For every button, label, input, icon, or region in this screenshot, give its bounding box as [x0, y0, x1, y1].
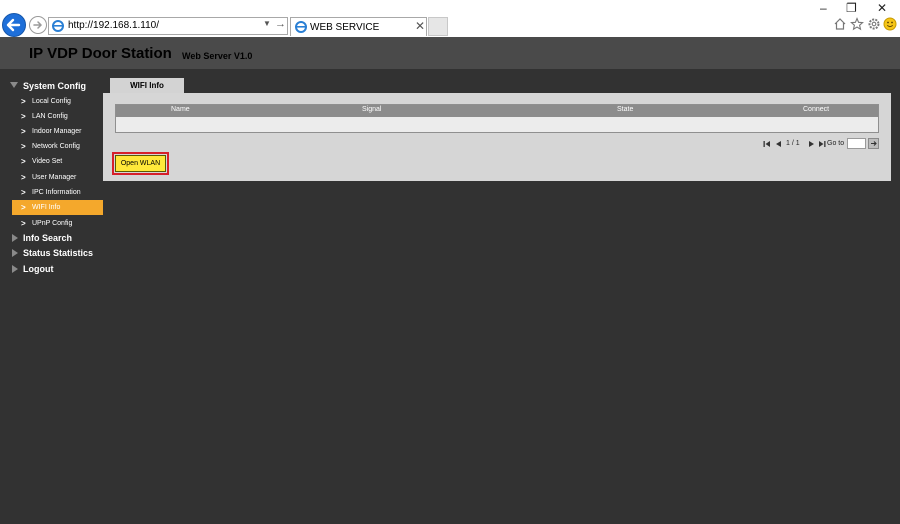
- sidebar-item-label: LAN Config: [32, 113, 68, 120]
- sidebar-section-label: System Config: [23, 81, 87, 91]
- sidebar-item-ipc-information[interactable]: > IPC Information: [12, 185, 103, 200]
- collapsed-arrow-icon: [12, 249, 18, 257]
- go-arrow-icon: [871, 141, 877, 146]
- table-body: [116, 117, 878, 132]
- last-page-icon[interactable]: [818, 140, 826, 148]
- sidebar-section-info-search[interactable]: Info Search: [12, 231, 102, 245]
- sidebar-section-label: Status Statistics: [23, 248, 94, 258]
- app-header: IP VDP Door Station Web Server V1.0: [0, 37, 900, 69]
- tab-title: WEB SERVICE: [310, 22, 380, 33]
- gear-icon[interactable]: [867, 17, 881, 31]
- collapsed-arrow-icon: [12, 234, 18, 242]
- sidebar-item-wifi-info[interactable]: > WIFI Info: [12, 200, 103, 215]
- pager: 1 / 1 Go to: [763, 138, 883, 151]
- ie-favicon-icon: [52, 20, 64, 32]
- sidebar: System Config > Local Config > LAN Confi…: [0, 69, 103, 524]
- sidebar-item-network-config[interactable]: > Network Config: [12, 139, 103, 154]
- address-url: http://192.168.1.110/: [68, 20, 160, 31]
- next-page-icon[interactable]: [808, 140, 816, 148]
- chevron-right-icon: >: [21, 188, 26, 197]
- go-arrow-icon[interactable]: →: [275, 18, 286, 30]
- table-header: Name Signal State Connect: [116, 105, 878, 117]
- sidebar-item-indoor-manager[interactable]: > Indoor Manager: [12, 124, 103, 139]
- sidebar-item-label: User Manager: [32, 174, 77, 181]
- sidebar-item-local-config[interactable]: > Local Config: [12, 94, 103, 109]
- chevron-right-icon: >: [21, 142, 26, 151]
- forward-arrow-icon: [33, 21, 43, 29]
- chevron-right-icon: >: [21, 173, 26, 182]
- sidebar-item-video-set[interactable]: > Video Set: [12, 154, 103, 169]
- tab-wifi-info[interactable]: WIFI Info: [110, 78, 184, 94]
- browser-chrome: http://192.168.1.110/ ▼ → WEB SERVICE ✕ …: [0, 0, 900, 37]
- expand-arrow-icon: [10, 82, 18, 88]
- column-header-name[interactable]: Name: [171, 106, 190, 113]
- chevron-right-icon: >: [21, 97, 26, 106]
- forward-button[interactable]: [29, 16, 47, 34]
- goto-page-button[interactable]: [868, 138, 879, 149]
- ie-favicon-icon: [295, 21, 307, 33]
- previous-page-icon[interactable]: [774, 140, 782, 148]
- sidebar-item-lan-config[interactable]: > LAN Config: [12, 109, 103, 124]
- address-bar[interactable]: http://192.168.1.110/ ▼ →: [48, 17, 288, 35]
- sidebar-item-label: IPC Information: [32, 189, 81, 196]
- sidebar-section-logout[interactable]: Logout: [12, 262, 102, 276]
- chevron-right-icon: >: [21, 157, 26, 166]
- smiley-icon[interactable]: [883, 17, 897, 31]
- goto-label: Go to: [827, 140, 845, 147]
- sidebar-section-status-statistics[interactable]: Status Statistics: [12, 246, 102, 260]
- sidebar-section-system-config[interactable]: System Config: [10, 79, 102, 93]
- collapsed-arrow-icon: [12, 265, 18, 273]
- restore-button[interactable]: ❐: [846, 1, 857, 15]
- sidebar-item-upnp-config[interactable]: > UPnP Config: [12, 216, 103, 231]
- goto-page-input[interactable]: [847, 138, 866, 149]
- wifi-table: Name Signal State Connect: [115, 104, 879, 133]
- column-header-connect[interactable]: Connect: [803, 106, 829, 113]
- minimize-button[interactable]: –: [820, 1, 827, 15]
- wifi-info-panel: Name Signal State Connect 1 / 1 Go to Op…: [103, 93, 891, 181]
- sidebar-item-label: UPnP Config: [32, 220, 73, 227]
- chevron-right-icon: >: [21, 127, 26, 136]
- back-button[interactable]: [2, 13, 26, 37]
- column-header-signal[interactable]: Signal: [362, 106, 381, 113]
- app-version: Web Server V1.0: [182, 51, 253, 61]
- address-dropdown-icon[interactable]: ▼: [263, 19, 271, 28]
- column-header-state[interactable]: State: [617, 106, 633, 113]
- home-icon[interactable]: [833, 17, 847, 31]
- sidebar-item-label: WIFI Info: [32, 204, 61, 211]
- chevron-right-icon: >: [21, 219, 26, 228]
- close-window-button[interactable]: ✕: [877, 1, 887, 15]
- open-wlan-button[interactable]: Open WLAN: [115, 155, 166, 172]
- sidebar-item-user-manager[interactable]: > User Manager: [12, 170, 103, 185]
- browser-tab[interactable]: WEB SERVICE ✕: [290, 17, 427, 36]
- sidebar-item-label: Network Config: [32, 143, 80, 150]
- tab-label: WIFI Info: [130, 81, 164, 90]
- sidebar-section-label: Logout: [23, 264, 54, 274]
- sidebar-item-label: Indoor Manager: [32, 128, 82, 135]
- sidebar-item-label: Local Config: [32, 98, 71, 105]
- sidebar-item-label: Video Set: [32, 158, 63, 165]
- chevron-right-icon: >: [21, 112, 26, 121]
- back-arrow-icon: [6, 18, 21, 32]
- first-page-icon[interactable]: [763, 140, 771, 148]
- page-info: 1 / 1: [786, 140, 800, 147]
- sidebar-section-label: Info Search: [23, 233, 73, 243]
- new-tab-button[interactable]: [428, 17, 448, 36]
- star-icon[interactable]: [850, 17, 864, 31]
- tab-close-icon[interactable]: ✕: [415, 19, 425, 33]
- chevron-right-icon: >: [21, 203, 26, 212]
- app-title: IP VDP Door Station: [29, 45, 172, 62]
